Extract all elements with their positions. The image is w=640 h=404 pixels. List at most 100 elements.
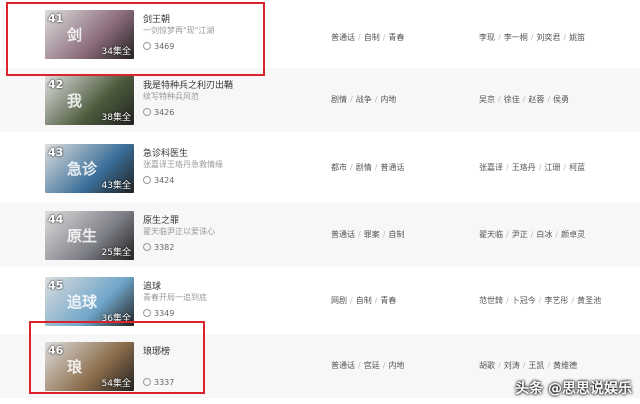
cast-member[interactable]: 李艺彤 [544, 296, 568, 305]
list-item[interactable]: 追球 45 36集全 追球 青春开局一追到底 3349 网剧 / 自制 / 青春 范世錡… [0, 269, 640, 333]
play-count: 3469 [143, 42, 174, 51]
list-item[interactable]: 剑 41 34集全 剑王朝 一剑惊梦再"现"江湖 3469 普通话 / 自制 / 青春 … [0, 2, 640, 66]
separator: / [563, 163, 567, 172]
cast-member[interactable]: 颜卓灵 [561, 230, 585, 239]
show-title[interactable]: 剑王朝 [143, 12, 170, 25]
cast-member[interactable]: 黄圣池 [577, 296, 601, 305]
play-count-icon [143, 176, 151, 184]
separator: / [522, 95, 526, 104]
poster-thumbnail[interactable]: 剑 41 34集全 [45, 10, 134, 59]
genre-tag[interactable]: 都市 [331, 163, 347, 172]
genre-tag[interactable]: 自制 [388, 230, 404, 239]
separator: / [498, 33, 501, 42]
genre-tags: 都市 / 剧情 / 普通话 [331, 162, 404, 173]
play-count-value: 3349 [154, 309, 175, 318]
cast-member[interactable]: 卜冠今 [512, 296, 536, 305]
cast-member[interactable]: 李现 [479, 33, 495, 42]
genre-tag[interactable]: 内地 [380, 95, 396, 104]
show-description: 续写特种兵风范 [143, 92, 199, 101]
cast-member[interactable]: 吴京 [479, 95, 495, 104]
cast-list: 李现 / 李一桐 / 刘奕君 / 姚笛 [479, 32, 585, 43]
separator: / [555, 230, 559, 239]
play-count-value: 3382 [154, 243, 175, 252]
cast-member[interactable]: 江珊 [544, 163, 560, 172]
cast-member[interactable]: 王凯 [528, 361, 544, 370]
genre-tag[interactable]: 青春 [388, 33, 404, 42]
play-count: 3426 [143, 108, 174, 117]
episode-count: 34集全 [101, 47, 131, 57]
play-count-icon [143, 309, 151, 317]
poster-thumbnail[interactable]: 原生 44 25集全 [45, 211, 134, 260]
genre-tag[interactable]: 自制 [356, 296, 372, 305]
show-title[interactable]: 我是特种兵之利刃出鞘 [143, 78, 233, 91]
show-title[interactable]: 琅琊榜 [143, 344, 170, 357]
separator: / [538, 163, 542, 172]
genre-tag[interactable]: 普通话 [380, 163, 404, 172]
play-count-value: 3426 [154, 108, 175, 117]
separator: / [358, 361, 361, 370]
separator: / [374, 163, 378, 172]
poster-art-text: 剑 [67, 26, 83, 44]
cast-member[interactable]: 白冰 [536, 230, 552, 239]
play-count-value: 3469 [154, 42, 175, 51]
show-title[interactable]: 急诊科医生 [143, 146, 188, 159]
genre-tag[interactable]: 普通话 [331, 33, 355, 42]
rank-number: 41 [48, 12, 64, 25]
rank-number: 44 [48, 213, 64, 226]
cast-member[interactable]: 张嘉译 [479, 163, 503, 172]
separator: / [530, 230, 534, 239]
cast-member[interactable]: 刘奕君 [536, 33, 560, 42]
poster-thumbnail[interactable]: 追球 45 36集全 [45, 277, 134, 326]
genre-tag[interactable]: 剧情 [331, 95, 347, 104]
genre-tags: 剧情 / 战争 / 内地 [331, 94, 396, 105]
genre-tag[interactable]: 青春 [380, 296, 396, 305]
list-item[interactable]: 原生 44 25集全 原生之罪 翟天临尹正以爱诛心 3382 普通话 / 罪案 / 自制… [0, 203, 640, 267]
cast-member[interactable]: 赵蓉 [528, 95, 544, 104]
rank-number: 42 [48, 78, 64, 91]
cast-list: 翟天临 / 尹正 / 白冰 / 颜卓灵 [479, 229, 585, 240]
cast-member[interactable]: 黄维德 [553, 361, 577, 370]
cast-member[interactable]: 翟天临 [479, 230, 503, 239]
genre-tag[interactable]: 普通话 [331, 230, 355, 239]
poster-art-text: 我 [67, 92, 83, 110]
separator: / [498, 361, 501, 370]
cast-member[interactable]: 尹正 [512, 230, 528, 239]
poster-thumbnail[interactable]: 琅 46 54集全 [45, 342, 134, 391]
cast-member[interactable]: 范世錡 [479, 296, 503, 305]
cast-list: 胡歌 / 刘涛 / 王凯 / 黄维德 [479, 360, 577, 371]
genre-tags: 网剧 / 自制 / 青春 [331, 295, 396, 306]
show-title[interactable]: 原生之罪 [143, 213, 179, 226]
cast-member[interactable]: 侯勇 [553, 95, 569, 104]
separator: / [571, 296, 575, 305]
genre-tag[interactable]: 战争 [356, 95, 372, 104]
play-count-icon [143, 42, 151, 50]
genre-tag[interactable]: 剧情 [356, 163, 372, 172]
play-count-icon [143, 378, 151, 386]
genre-tag[interactable]: 自制 [364, 33, 380, 42]
poster-thumbnail[interactable]: 急诊 43 43集全 [45, 144, 134, 193]
list-item[interactable]: 急诊 43 43集全 急诊科医生 张嘉译王珞丹急救情缘 3424 都市 / 剧情 / 普… [0, 136, 640, 200]
cast-member[interactable]: 王珞丹 [512, 163, 536, 172]
play-count: 3337 [143, 378, 174, 387]
genre-tags: 普通话 / 自制 / 青春 [331, 32, 404, 43]
cast-member[interactable]: 徐佳 [504, 95, 520, 104]
show-description: 张嘉译王珞丹急救情缘 [143, 160, 223, 169]
cast-member[interactable]: 姚笛 [569, 33, 585, 42]
cast-member[interactable]: 刘涛 [504, 361, 520, 370]
genre-tag[interactable]: 罪案 [364, 230, 380, 239]
show-title[interactable]: 追球 [143, 279, 161, 292]
genre-tag[interactable]: 普通话 [331, 361, 355, 370]
list-item[interactable]: 我 42 38集全 我是特种兵之利刃出鞘 续写特种兵风范 3426 剧情 / 战争 /… [0, 68, 640, 132]
separator: / [382, 230, 386, 239]
genre-tag[interactable]: 宫廷 [364, 361, 380, 370]
poster-thumbnail[interactable]: 我 42 38集全 [45, 76, 134, 125]
cast-member[interactable]: 李一桐 [504, 33, 528, 42]
genre-tag[interactable]: 内地 [388, 361, 404, 370]
rank-number: 46 [48, 344, 64, 357]
cast-member[interactable]: 柯蓝 [569, 163, 585, 172]
separator: / [563, 33, 567, 42]
poster-art-text: 琅 [67, 358, 83, 376]
cast-member[interactable]: 胡歌 [479, 361, 495, 370]
genre-tag[interactable]: 网剧 [331, 296, 347, 305]
episode-count: 25集全 [101, 248, 131, 258]
